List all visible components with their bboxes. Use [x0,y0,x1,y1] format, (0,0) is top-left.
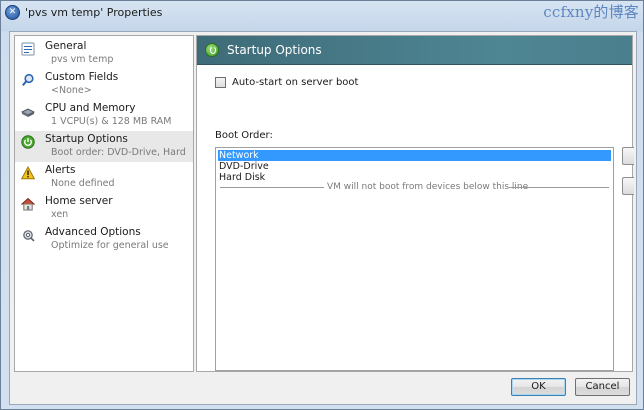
move-down-button[interactable] [622,177,634,195]
app-icon: ✕ [5,5,20,20]
nav-item-label: Home server [45,195,113,207]
nav-item-custom-fields[interactable]: Custom Fields <None> [15,69,193,100]
nav-item-home-server[interactable]: Home server xen [15,193,193,224]
nav-item-subtitle: Boot order: DVD-Drive, Hard D... [51,147,189,158]
nav-item-subtitle: xen [51,209,69,220]
boot-divider-text: VM will not boot from devices below this… [327,182,529,192]
panel-title: Startup Options [227,43,322,57]
boot-item-network[interactable]: Network [218,150,611,161]
nav-item-label: Startup Options [45,133,128,145]
nav-item-cpu-memory[interactable]: CPU and Memory 1 VCPU(s) & 128 MB RAM [15,100,193,131]
nav-item-advanced-options[interactable]: Advanced Options Optimize for general us… [15,224,193,255]
nav-item-label: Alerts [45,164,76,176]
info-icon [21,42,35,56]
boot-order-list[interactable]: Network DVD-Drive Hard Disk VM will not … [215,147,614,371]
boot-order-label: Boot Order: [215,130,273,141]
autostart-label: Auto-start on server boot [232,77,359,88]
divider-line-left [220,187,324,188]
move-up-button[interactable] [622,147,634,165]
nav-item-subtitle: Optimize for general use [51,240,169,251]
cpu-icon [21,108,35,117]
autostart-option[interactable]: Auto-start on server boot [215,77,358,88]
nav-item-subtitle: pvs vm temp [51,54,114,65]
ok-button[interactable]: OK [511,378,566,396]
home-icon [21,197,35,211]
autostart-checkbox[interactable] [215,77,226,88]
nav-item-alerts[interactable]: Alerts None defined [15,162,193,193]
title-bar: ✕ 'pvs vm temp' Properties ccfxny的博客 [1,1,643,25]
advanced-options-icon [23,230,35,242]
watermark: ccfxny的博客 [543,3,639,21]
nav-item-subtitle: <None> [51,85,92,96]
nav-item-label: CPU and Memory [45,102,136,114]
nav-item-subtitle: 1 VCPU(s) & 128 MB RAM [51,116,172,127]
settings-nav: General pvs vm temp Custom Fields <None>… [14,35,194,372]
divider-line-right [509,187,609,188]
power-icon [21,135,35,149]
dialog-body: General pvs vm temp Custom Fields <None>… [9,31,637,405]
warning-icon [21,166,35,180]
nav-item-startup-options[interactable]: Startup Options Boot order: DVD-Drive, H… [15,131,193,162]
cancel-button[interactable]: Cancel [575,378,630,396]
nav-item-label: General [45,40,87,52]
window-title: 'pvs vm temp' Properties [25,6,163,19]
nav-item-label: Custom Fields [45,71,119,83]
nav-item-label: Advanced Options [45,226,141,238]
boot-item-dvd-drive[interactable]: DVD-Drive [218,161,611,172]
nav-item-general[interactable]: General pvs vm temp [15,38,193,69]
startup-options-panel: Startup Options Auto-start on server boo… [196,35,634,372]
panel-header: Startup Options [197,36,632,65]
properties-window: ✕ 'pvs vm temp' Properties ccfxny的博客 Gen… [0,0,644,410]
power-icon [205,43,219,57]
search-icon [22,73,34,86]
boot-divider: VM will not boot from devices below this… [218,182,611,193]
nav-item-subtitle: None defined [51,178,115,189]
